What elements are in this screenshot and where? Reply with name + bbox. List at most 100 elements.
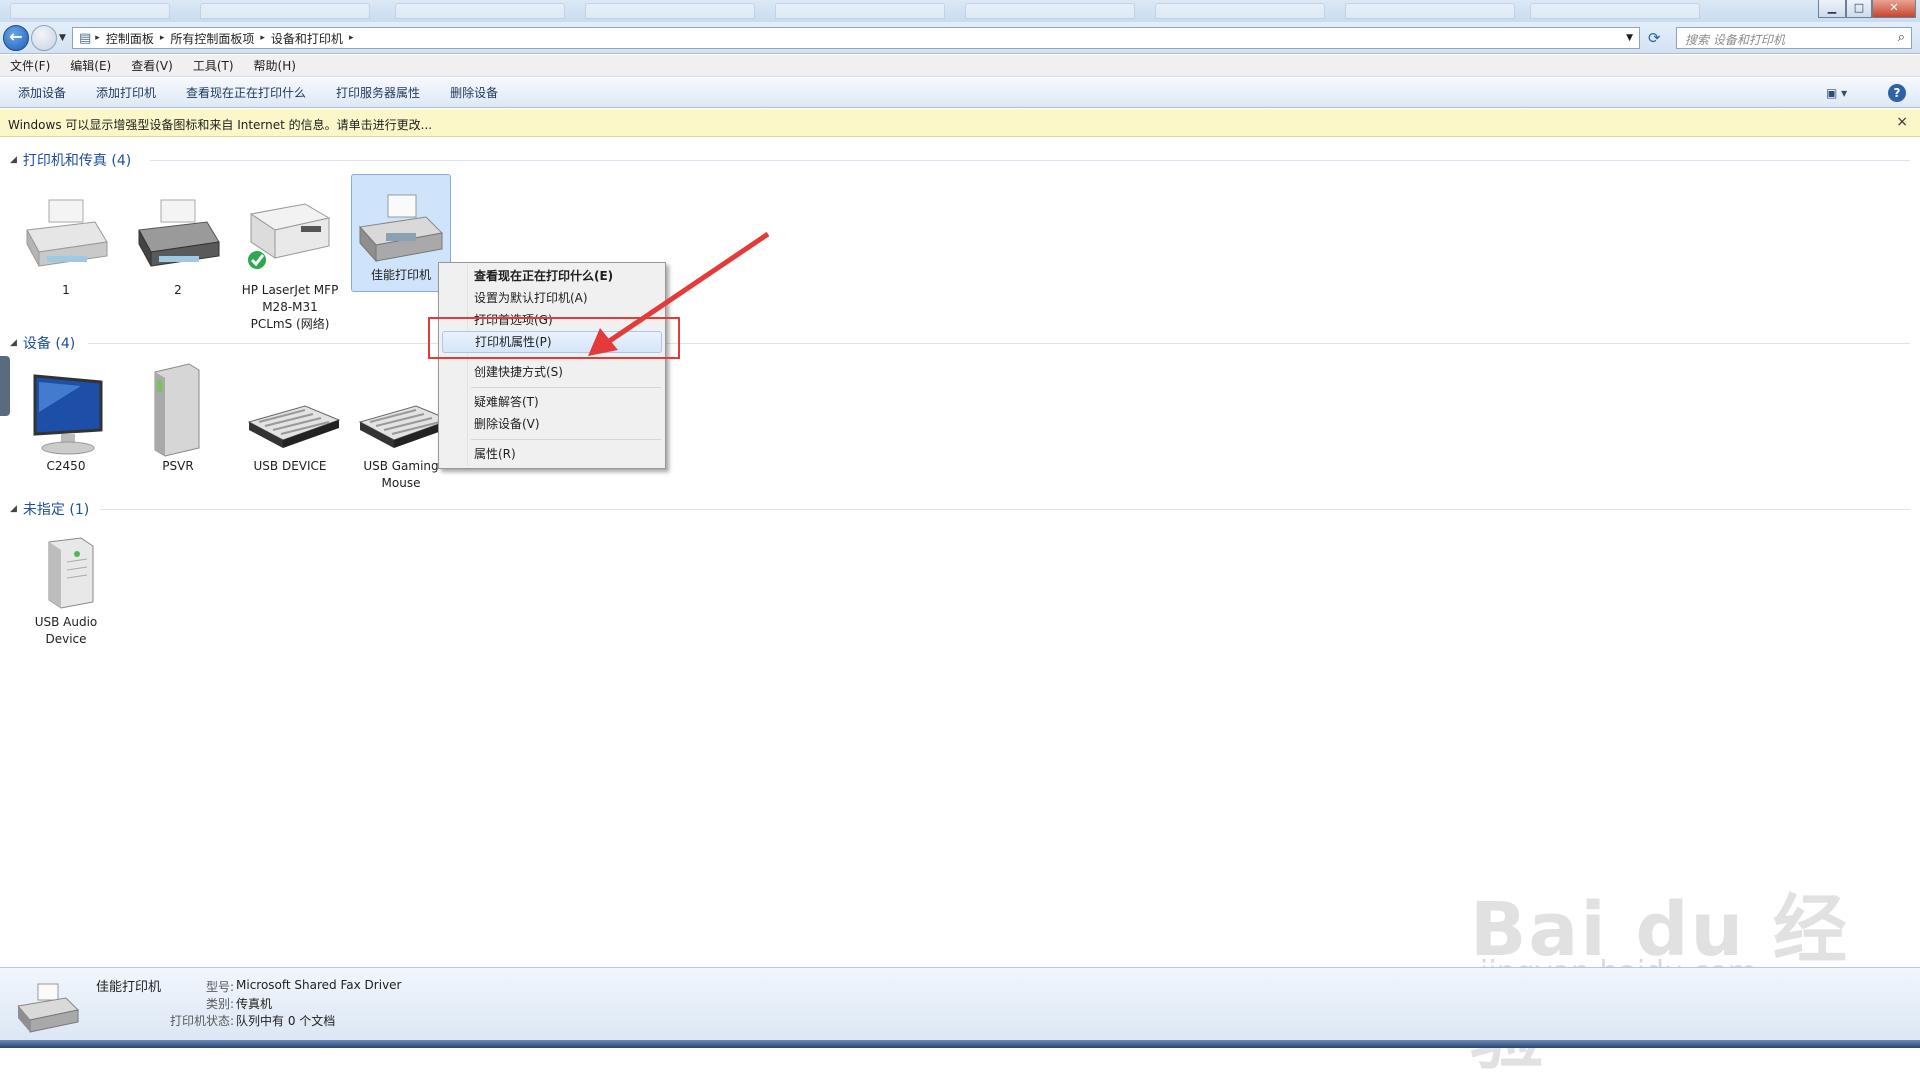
add-device-button[interactable]: 添加设备 — [0, 84, 81, 101]
search-placeholder: 搜索 设备和打印机 — [1685, 33, 1785, 47]
chevron-right-icon[interactable]: ▸ — [349, 33, 354, 43]
background-tab[interactable] — [10, 3, 170, 19]
background-tab[interactable] — [1155, 3, 1325, 19]
printer-icon — [133, 192, 223, 282]
keyboard-icon — [245, 392, 341, 458]
printer-icon — [21, 192, 111, 282]
group-title: 设备 (4) — [22, 336, 76, 352]
breadcrumb-control-panel[interactable]: 控制面板 — [100, 30, 160, 47]
generic-device-icon — [21, 536, 111, 614]
info-bar-text[interactable]: Windows 可以显示增强型设备图标和来自 Internet 的信息。请单击进… — [8, 116, 432, 133]
menu-separator — [471, 439, 661, 440]
menu-item-properties[interactable]: 属性(R) — [442, 443, 662, 465]
details-model-value: Microsoft Shared Fax Driver — [236, 978, 402, 992]
device-printer-1[interactable]: 1 — [16, 192, 116, 299]
group-title: 未指定 (1) — [22, 502, 90, 518]
background-tab[interactable] — [585, 3, 755, 19]
collapse-triangle-icon[interactable]: ◢ — [10, 155, 17, 165]
drive-tower-icon — [133, 362, 223, 458]
menu-view[interactable]: 查看(V) — [121, 57, 183, 74]
details-device-name: 佳能打印机 — [96, 980, 162, 995]
details-status-label: 打印机状态: — [169, 1014, 234, 1028]
background-tab[interactable] — [200, 3, 370, 19]
remove-device-button[interactable]: 删除设备 — [435, 84, 513, 101]
group-title: 打印机和传真 (4) — [22, 153, 132, 169]
details-status-value: 队列中有 0 个文档 — [236, 1014, 336, 1028]
breadcrumb-all-items[interactable]: 所有控制面板项 — [164, 30, 260, 47]
see-whats-printing-button[interactable]: 查看现在正在打印什么 — [171, 84, 321, 101]
menu-item-create-shortcut[interactable]: 创建快捷方式(S) — [442, 361, 662, 383]
info-bar[interactable]: Windows 可以显示增强型设备图标和来自 Internet 的信息。请单击进… — [0, 109, 1920, 137]
background-tab[interactable] — [395, 3, 565, 19]
menu-bar: 文件(F) 编辑(E) 查看(V) 工具(T) 帮助(H) — [0, 55, 1920, 77]
address-bar[interactable]: ▤ ▸ 控制面板 ▸ 所有控制面板项 ▸ 设备和打印机 ▸ ▼ — [72, 27, 1640, 49]
device-printer-canon[interactable]: 佳能打印机 — [351, 174, 451, 292]
recent-pages-chevron-icon[interactable]: ▼ — [59, 33, 66, 43]
device-label: C2450 — [46, 459, 86, 473]
annotation-arrow-icon — [588, 231, 770, 356]
monitor-icon — [21, 372, 111, 458]
search-icon[interactable]: ⌕ — [1898, 30, 1905, 45]
group-header-printers[interactable]: ◢ 打印机和传真 (4) — [10, 150, 131, 170]
group-divider — [150, 160, 1910, 161]
search-input[interactable]: 搜索 设备和打印机 ⌕ — [1676, 27, 1912, 49]
menu-help[interactable]: 帮助(H) — [244, 57, 306, 74]
device-label: USB Gaming Mouse — [363, 459, 439, 490]
minimize-button[interactable]: ▁ — [1818, 0, 1846, 18]
menu-file[interactable]: 文件(F) — [0, 57, 60, 74]
device-label: 1 — [62, 283, 70, 297]
forward-button[interactable] — [31, 25, 57, 51]
device-label: PSVR — [162, 459, 194, 473]
device-psvr[interactable]: PSVR — [128, 362, 228, 475]
control-panel-icon: ▤ — [79, 30, 92, 46]
fax-icon — [16, 982, 82, 1037]
collapse-triangle-icon[interactable]: ◢ — [10, 338, 17, 348]
background-tab[interactable] — [775, 3, 945, 19]
refresh-icon[interactable]: ⟳ — [1648, 29, 1661, 47]
group-header-devices[interactable]: ◢ 设备 (4) — [10, 333, 75, 353]
device-printer-2[interactable]: 2 — [128, 192, 228, 299]
menu-item-troubleshoot[interactable]: 疑难解答(T) — [442, 391, 662, 413]
fax-icon — [356, 193, 446, 267]
background-tab[interactable] — [965, 3, 1135, 19]
multifunction-printer-icon — [245, 192, 335, 282]
add-printer-button[interactable]: 添加打印机 — [81, 84, 171, 101]
keyboard-icon — [356, 392, 452, 458]
close-icon[interactable]: × — [1896, 114, 1908, 130]
background-tab[interactable] — [1530, 3, 1700, 19]
address-row: ← ▼ ▤ ▸ 控制面板 ▸ 所有控制面板项 ▸ 设备和打印机 ▸ ▼ ⟳ 搜索… — [0, 22, 1920, 54]
group-divider — [88, 343, 1910, 344]
collapse-triangle-icon[interactable]: ◢ — [10, 504, 17, 514]
device-monitor-c2450[interactable]: C2450 — [16, 372, 116, 475]
device-label: 佳能打印机 — [370, 268, 431, 282]
view-options-icon[interactable]: ▣ ▾ — [1826, 86, 1847, 100]
device-usb-gaming-mouse[interactable]: USB Gaming Mouse — [351, 392, 452, 492]
device-usb-keyboard[interactable]: USB DEVICE — [240, 392, 341, 475]
command-bar: 添加设备 添加打印机 查看现在正在打印什么 打印服务器属性 删除设备 ▣ ▾ ? — [0, 78, 1920, 108]
details-pane: 佳能打印机 型号: Microsoft Shared Fax Driver 类别… — [0, 967, 1920, 1040]
back-button[interactable]: ← — [3, 25, 29, 51]
window-title-strip: ▁ □ ✕ — [0, 0, 1920, 22]
details-category-value: 传真机 — [236, 997, 273, 1011]
close-window-button[interactable]: ✕ — [1872, 0, 1916, 18]
menu-tools[interactable]: 工具(T) — [183, 57, 244, 74]
side-panel-handle[interactable] — [0, 356, 10, 416]
print-server-properties-button[interactable]: 打印服务器属性 — [321, 84, 435, 101]
breadcrumb-devices-printers[interactable]: 设备和打印机 — [265, 30, 349, 47]
address-dropdown-icon[interactable]: ▼ — [1626, 33, 1639, 43]
arrow-left-icon: ← — [9, 27, 23, 46]
taskbar[interactable] — [0, 1040, 1920, 1048]
details-model-label: 型号: — [205, 980, 234, 994]
device-usb-audio[interactable]: USB Audio Device — [16, 536, 116, 648]
menu-edit[interactable]: 编辑(E) — [60, 57, 121, 74]
device-printer-hp[interactable]: HP LaserJet MFP M28-M31 PCLmS (网络) — [240, 192, 340, 333]
group-header-unspecified[interactable]: ◢ 未指定 (1) — [10, 499, 89, 519]
device-label: USB DEVICE — [253, 459, 327, 473]
details-category-label: 类别: — [205, 997, 234, 1011]
device-label: HP LaserJet MFP M28-M31 PCLmS (网络) — [241, 283, 339, 331]
menu-item-remove-device[interactable]: 删除设备(V) — [442, 413, 662, 435]
group-divider — [100, 509, 1910, 510]
help-icon[interactable]: ? — [1888, 84, 1906, 102]
maximize-button[interactable]: □ — [1846, 0, 1872, 18]
background-tab[interactable] — [1345, 3, 1515, 19]
